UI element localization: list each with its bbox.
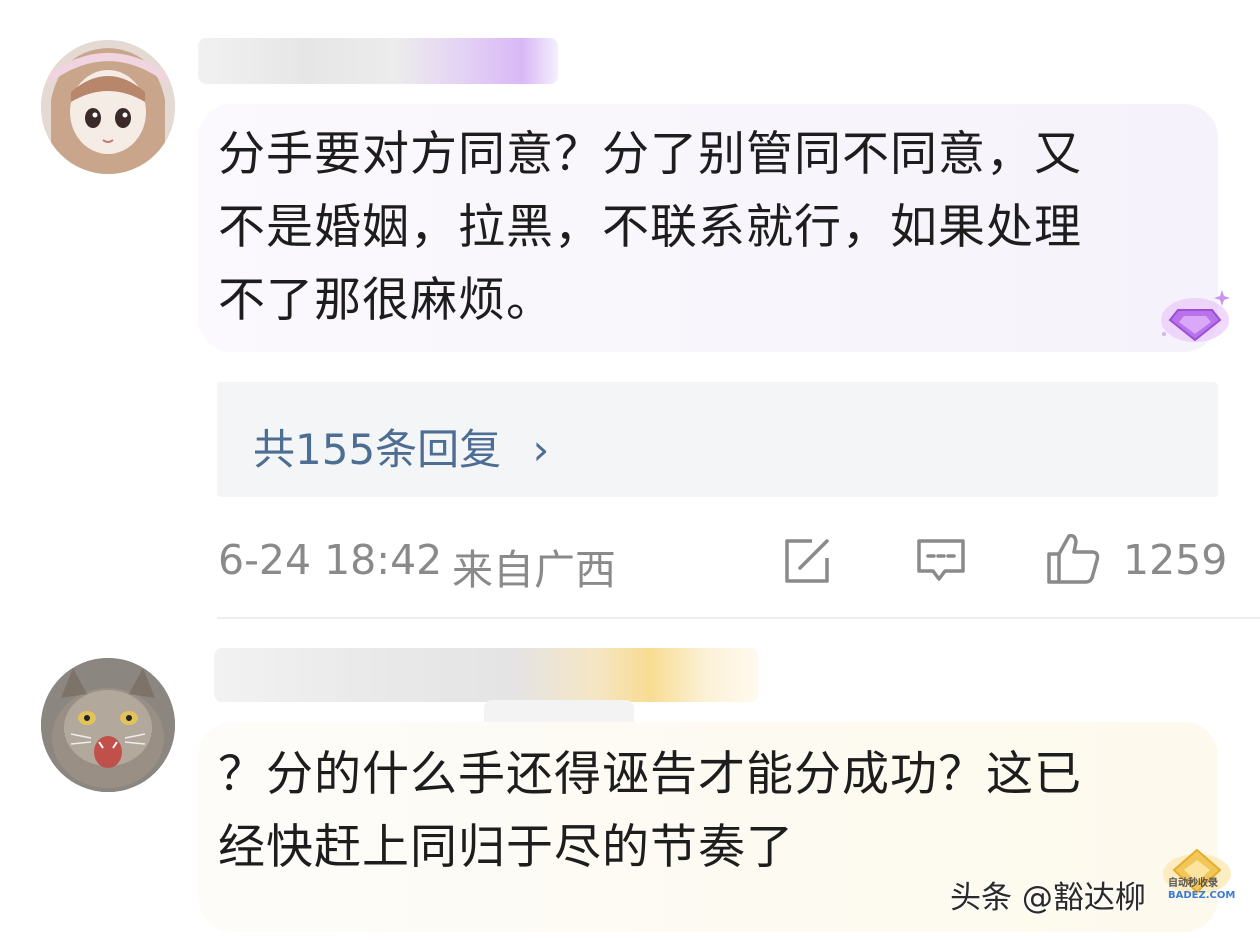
comment-line: 分手要对方同意？分了别管同不同意，又 <box>218 127 1082 182</box>
comment-timestamp: 6-24 18:42 <box>218 536 443 584</box>
diamond-badge-icon <box>1150 282 1240 348</box>
comment-divider <box>217 617 1260 619</box>
avatar[interactable] <box>41 40 175 174</box>
doll-avatar-image <box>41 40 175 174</box>
comment-line: 经快赶上同归于尽的节奏了 <box>218 820 794 875</box>
comment-line: ？分的什么手还得诬告才能分成功？这已 <box>218 747 1082 802</box>
replies-count-label: 共155条回复 <box>253 425 502 474</box>
chevron-right-icon: › <box>532 425 550 474</box>
watermark: 头条 @豁达柳 <box>950 880 1146 916</box>
replies-link[interactable]: 共155条回复 › <box>217 382 1218 497</box>
like-count: 1259 <box>1123 536 1228 584</box>
comment-location: 来自广西 <box>452 546 616 594</box>
share-icon[interactable] <box>782 536 832 586</box>
cat-avatar-image <box>41 658 175 792</box>
comment-line: 不了那很麻烦。 <box>218 273 554 328</box>
comment-icon[interactable] <box>915 537 967 585</box>
thumbs-up-icon <box>1045 530 1101 586</box>
watermark-badge-line: 自动秒收录 <box>1168 878 1218 889</box>
watermark-badge: 自动秒收录 BADEZ.COM <box>1168 878 1242 912</box>
avatar[interactable] <box>41 658 175 792</box>
watermark-badge-line: BADEZ.COM <box>1168 890 1236 901</box>
comment-line: 不是婚姻，拉黑，不联系就行，如果处理 <box>218 200 1082 255</box>
